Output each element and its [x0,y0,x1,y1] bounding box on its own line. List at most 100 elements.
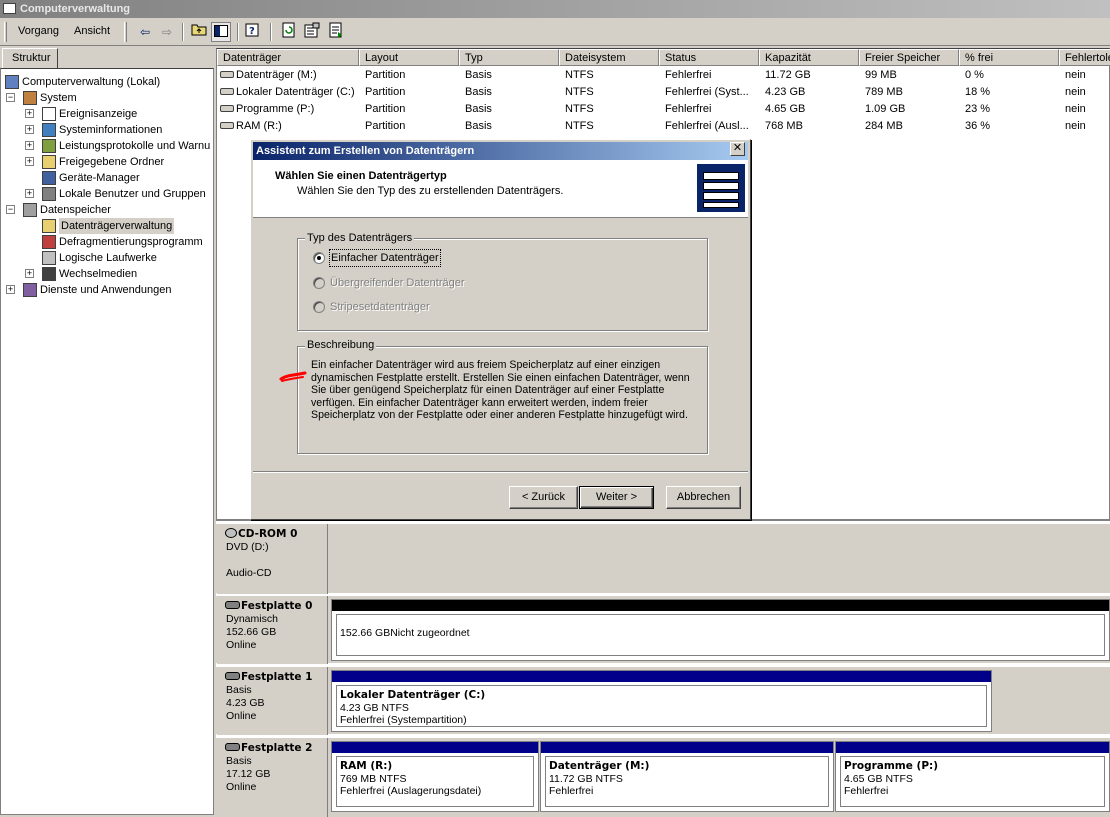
table-cell: nein [1065,67,1110,84]
toolbar-grip [124,22,127,42]
column-header[interactable]: Status [659,49,759,66]
tree-item[interactable]: + Lokale Benutzer und Gruppen [1,186,213,202]
expand-icon[interactable]: + [6,285,15,294]
expand-icon[interactable]: + [25,157,34,166]
tree-item[interactable]: + Dienste und Anwendungen [1,282,213,298]
hard-disk-icon [225,672,240,680]
table-cell-text: Basis [465,103,492,115]
table-cell-text: 4.65 GB [765,103,806,115]
table-cell-text: Fehlerfrei (Ausl... [665,120,749,132]
help-icon[interactable]: ? [243,22,263,42]
partition-type-bar [541,742,833,753]
column-header[interactable]: % frei [959,49,1059,66]
window-title: Computerverwaltung [20,3,131,15]
expand-icon[interactable]: + [25,269,34,278]
disk-info[interactable]: Festplatte 0 Dynamisch 152.66 GB Online [217,596,328,664]
partition-title: Programme (P:) [844,760,939,772]
show-hide-tree-icon[interactable] [211,22,231,42]
tree-item[interactable]: + Systeminformationen [1,122,213,138]
wizard-header: Wählen Sie einen Datenträgertyp Wählen S… [253,160,748,218]
disk-info[interactable]: Festplatte 2 Basis 17.12 GB Online [217,738,328,817]
volume-icon [220,104,234,112]
expand-icon[interactable]: + [25,189,34,198]
table-cell-text: nein [1065,120,1086,132]
users-icon [42,187,56,201]
tree-item[interactable]: Datenträgerverwaltung [1,218,213,234]
refresh-icon[interactable] [279,22,299,42]
radio-button[interactable] [313,277,325,289]
table-cell: Fehlerfrei [665,67,759,84]
dialog-close-button[interactable]: ✕ [730,142,745,156]
partition-block[interactable]: Programme (P:) 4.65 GB NTFS Fehlerfrei [835,741,1110,812]
red-arrow-annotation [279,371,307,382]
tree-item[interactable]: − Datenspeicher [1,202,213,218]
table-row[interactable]: RAM (R:) Partition Basis NTFS Fehlerfrei (Au… [217,118,1109,135]
partition-body: 152.66 GBNicht zugeordnet [336,614,1105,656]
unallocated-region[interactable]: 152.66 GBNicht zugeordnet [331,599,1110,661]
collapse-icon[interactable]: − [6,205,15,214]
tree-item-label: System [40,92,77,104]
column-header[interactable]: Layout [359,49,459,66]
computer-management-icon [3,3,16,14]
table-cell: nein [1065,118,1110,135]
tree-item[interactable]: + Freigegebene Ordner [1,154,213,170]
disk-row: CD-ROM 0 DVD (D:) Audio-CD [216,523,1110,594]
tree-item[interactable]: + Ereignisanzeige [1,106,213,122]
back-button[interactable]: < Zurück [509,486,578,509]
export-list-icon[interactable] [326,22,346,42]
back-arrow-icon[interactable]: ⇦ [135,22,155,42]
table-row[interactable]: Datenträger (M:) Partition Basis NTFS Fehler… [217,67,1109,84]
tree-item[interactable]: Geräte-Manager [1,170,213,186]
disk-info[interactable]: CD-ROM 0 DVD (D:) Audio-CD [217,524,328,594]
expand-icon[interactable]: + [25,141,34,150]
properties-icon[interactable] [302,22,322,42]
system-tools-icon [23,91,37,105]
table-cell-text: Partition [365,120,406,132]
table-row[interactable]: Lokaler Datenträger (C:) Partition Basis NT… [217,84,1109,101]
tree-item[interactable]: + Wechselmedien [1,266,213,282]
column-header[interactable]: Dateisystem [559,49,659,66]
partition-block[interactable]: RAM (R:) 769 MB NTFS Fehlerfrei (Auslageru… [331,741,539,812]
disk-name: Festplatte 1 [241,671,313,683]
disk-name: CD-ROM 0 [238,528,298,540]
forward-arrow-icon[interactable]: ⇨ [157,22,177,42]
table-cell: Basis [465,118,559,135]
tree-item-label: Systeminformationen [59,124,163,136]
tab-struktur[interactable]: Struktur [2,48,58,68]
disk-info-line: Online [226,710,257,722]
table-row[interactable]: Programme (P:) Partition Basis NTFS Fehlerfr… [217,101,1109,118]
table-cell-text: Lokaler Datenträger (C:) [236,86,355,98]
tree-item[interactable]: + Leistungsprotokolle und Warnu [1,138,213,154]
volume-type-group-label: Typ des Datenträgers [305,232,415,244]
toolbar-separator [270,23,272,41]
table-cell: Programme (P:) [220,101,356,118]
tree-item[interactable]: Computerverwaltung (Lokal) [1,74,213,90]
expand-icon[interactable]: + [25,109,34,118]
column-header[interactable]: Typ [459,49,559,66]
cancel-button[interactable]: Abbrechen [666,486,741,509]
table-cell: Basis [465,101,559,118]
menu-vorgang[interactable]: Vorgang [18,25,59,37]
column-header[interactable]: Datenträger [217,49,359,66]
table-cell-text: Fehlerfrei [665,69,712,81]
table-cell: 4.65 GB [765,101,859,118]
up-folder-icon[interactable] [189,22,209,42]
radio-button[interactable] [313,301,325,313]
radio-button[interactable] [313,252,325,264]
menu-ansicht[interactable]: Ansicht [74,25,110,37]
column-header[interactable]: Freier Speicher [859,49,959,66]
partition-block[interactable]: Lokaler Datenträger (C:) 4.23 GB NTFS Fehl… [331,670,992,732]
column-header[interactable]: Kapazität [759,49,859,66]
table-cell-text: Fehlerfrei (Syst... [665,86,749,98]
collapse-icon[interactable]: − [6,93,15,102]
tree-item[interactable]: Logische Laufwerke [1,250,213,266]
disk-info[interactable]: Festplatte 1 Basis 4.23 GB Online [217,667,328,735]
tree-item[interactable]: − System [1,90,213,106]
tree-item[interactable]: Defragmentierungsprogramm [1,234,213,250]
disk-info-line: Online [226,639,257,651]
expand-icon[interactable]: + [25,125,34,134]
window-title-bar: Computerverwaltung [0,0,1110,18]
column-header[interactable]: Fehlertole [1059,49,1110,66]
next-button[interactable]: Weiter > [579,486,654,509]
partition-block[interactable]: Datenträger (M:) 11.72 GB NTFS Fehlerfrei [540,741,834,812]
